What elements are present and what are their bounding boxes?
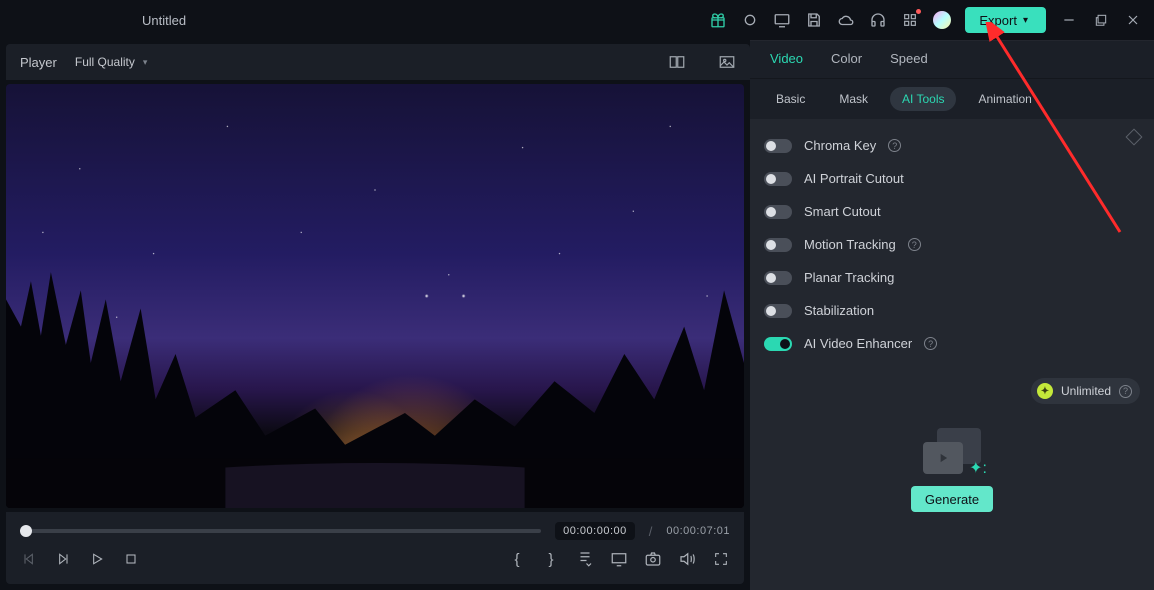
toggle-ai-portrait-cutout[interactable]	[764, 172, 792, 186]
toggle-motion-tracking[interactable]	[764, 238, 792, 252]
sparkle-icon: ✦:	[969, 458, 987, 478]
toggle-row-planar-tracking: Planar Tracking	[764, 261, 1140, 294]
image-icon[interactable]	[718, 53, 736, 71]
tab-speed[interactable]: Speed	[890, 51, 928, 66]
user-avatar[interactable]	[933, 11, 951, 29]
cloud-icon[interactable]	[837, 11, 855, 29]
fullscreen-icon[interactable]	[712, 550, 730, 568]
tab-video[interactable]: Video	[770, 51, 803, 66]
toggle-smart-cutout[interactable]	[764, 205, 792, 219]
tab-basic[interactable]: Basic	[764, 87, 817, 111]
toggle-row-smart-cutout: Smart Cutout	[764, 195, 1140, 228]
volume-icon[interactable]	[678, 550, 696, 568]
toggle-chroma-key[interactable]	[764, 139, 792, 153]
properties-panel: Video Color Speed Basic Mask AI Tools An…	[750, 40, 1154, 590]
toggle-row-ai-portrait: AI Portrait Cutout	[764, 162, 1140, 195]
toggle-stabilization[interactable]	[764, 304, 792, 318]
toggle-planar-tracking[interactable]	[764, 271, 792, 285]
timecode-duration: 00:00:07:01	[666, 525, 730, 537]
prev-frame-icon[interactable]	[20, 550, 38, 568]
title-bar: Untitled Export▾	[0, 0, 1154, 40]
generate-button[interactable]: Generate	[911, 486, 993, 512]
tab-animation[interactable]: Animation	[966, 87, 1043, 111]
chevron-down-icon: ▾	[143, 57, 148, 68]
mark-in-icon[interactable]: {	[508, 550, 526, 568]
apps-grid-icon[interactable]	[901, 11, 919, 29]
toggle-row-chroma-key: Chroma Key?	[764, 129, 1140, 162]
toggle-row-stabilization: Stabilization	[764, 294, 1140, 327]
panel-body: Chroma Key? AI Portrait Cutout Smart Cut…	[750, 119, 1154, 590]
mark-out-icon[interactable]: }	[542, 550, 560, 568]
tab-mask[interactable]: Mask	[827, 87, 880, 111]
gift-icon[interactable]	[709, 11, 727, 29]
snapshot-icon[interactable]	[644, 550, 662, 568]
preview-scene	[6, 254, 744, 508]
help-icon[interactable]: ?	[924, 337, 937, 350]
seek-slider[interactable]	[20, 529, 541, 533]
save-icon[interactable]	[805, 11, 823, 29]
quality-selector[interactable]: Full Quality▾	[75, 55, 148, 69]
panel-tabs-secondary: Basic Mask AI Tools Animation	[750, 79, 1154, 119]
project-title: Untitled	[142, 13, 186, 28]
screen-icon[interactable]	[773, 11, 791, 29]
help-icon[interactable]: ?	[1119, 385, 1132, 398]
stop-icon[interactable]	[122, 550, 140, 568]
minimize-icon[interactable]	[1060, 11, 1078, 29]
player-label: Player	[20, 55, 57, 70]
tab-ai-tools[interactable]: AI Tools	[890, 87, 956, 111]
tab-color[interactable]: Color	[831, 51, 862, 66]
generate-preview-icon: ✦:	[923, 428, 981, 474]
chevron-down-icon: ▾	[1023, 15, 1028, 26]
panel-tabs-primary: Video Color Speed	[750, 41, 1154, 79]
close-icon[interactable]	[1124, 11, 1142, 29]
toggle-row-motion-tracking: Motion Tracking?	[764, 228, 1140, 261]
timecode-current: 00:00:00:00	[555, 522, 635, 540]
crop-menu-icon[interactable]	[576, 550, 594, 568]
credits-icon: ✦	[1037, 383, 1053, 399]
preview-viewport[interactable]	[6, 84, 744, 508]
play-icon[interactable]	[88, 550, 106, 568]
compare-view-icon[interactable]	[668, 53, 686, 71]
help-icon[interactable]: ?	[888, 139, 901, 152]
headphones-icon[interactable]	[869, 11, 887, 29]
player-header: Player Full Quality▾	[6, 44, 750, 80]
toggle-ai-video-enhancer[interactable]	[764, 337, 792, 351]
display-icon[interactable]	[610, 550, 628, 568]
maximize-icon[interactable]	[1092, 11, 1110, 29]
export-button[interactable]: Export▾	[965, 7, 1046, 33]
unlimited-pill[interactable]: ✦ Unlimited ?	[1031, 378, 1140, 404]
record-icon[interactable]	[741, 11, 759, 29]
next-frame-icon[interactable]	[54, 550, 72, 568]
help-icon[interactable]: ?	[908, 238, 921, 251]
transport-bar: 00:00:00:00 / 00:00:07:01 { }	[6, 512, 744, 584]
timecode-separator: /	[649, 524, 653, 539]
toggle-row-ai-video-enhancer: AI Video Enhancer?	[764, 327, 1140, 360]
